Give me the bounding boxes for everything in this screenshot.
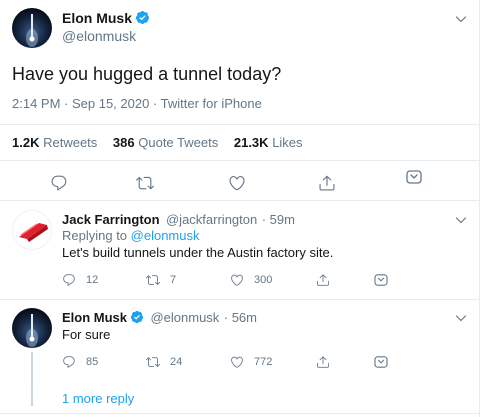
replying-to-label: Replying to [62, 228, 131, 243]
reply-icon [63, 274, 75, 286]
retweet-icon [136, 176, 154, 190]
tweet-text: Have you hugged a tunnel today? [12, 64, 282, 84]
share-button[interactable] [318, 174, 336, 192]
reply-avatar[interactable] [12, 308, 52, 348]
verified-badge-icon [130, 310, 144, 329]
chevron-down-icon[interactable] [455, 213, 467, 231]
reply-author-handle[interactable]: @elonmusk [150, 310, 219, 325]
retweets-label: Retweets [43, 135, 98, 150]
retweet-icon [146, 357, 160, 367]
reply-count: 85 [86, 356, 99, 368]
like-button[interactable]: 772 [230, 355, 272, 369]
tip-icon [374, 274, 388, 286]
likes-count: 21.3K [233, 135, 269, 150]
likes-stat[interactable]: 21.3K Likes [234, 135, 303, 150]
reply-text: Let's build tunnels under the Austin fac… [62, 245, 334, 260]
quote-tweets-stat[interactable]: 386 Quote Tweets [113, 135, 218, 150]
reply-icon [63, 356, 75, 368]
share-button[interactable] [316, 355, 330, 369]
replying-to: Replying to @elonmusk [62, 228, 200, 243]
chevron-down-icon[interactable] [455, 12, 467, 30]
like-button[interactable] [228, 174, 246, 192]
like-icon [229, 176, 245, 191]
retweet-button[interactable]: 24 [146, 355, 182, 369]
divider [0, 299, 480, 300]
retweets-stat[interactable]: 1.2K Retweets [12, 135, 97, 150]
like-icon [231, 274, 243, 286]
quote-count: 386 [112, 135, 135, 150]
reply-time[interactable]: · 59m [262, 212, 295, 227]
show-more-replies-link[interactable]: 1 more reply [62, 391, 134, 406]
retweet-count: 24 [170, 356, 183, 368]
reply-avatar[interactable] [12, 210, 52, 250]
divider [0, 160, 480, 161]
reply-author-name[interactable]: Elon Musk [62, 310, 127, 325]
reply-button[interactable]: 12 [62, 273, 98, 287]
divider [0, 200, 480, 201]
tip-button[interactable] [374, 274, 388, 286]
reply-header: Jack Farrington @jackfarrington · 59m [62, 211, 295, 229]
retweet-button[interactable]: 7 [146, 273, 176, 287]
author-name[interactable]: Elon Musk [62, 10, 132, 26]
tweet-stats: 1.2K Retweets 386 Quote Tweets 21.3K Lik… [12, 135, 303, 150]
reply-count: 12 [86, 274, 99, 286]
reply-icon [51, 175, 67, 191]
share-icon [319, 175, 335, 191]
author-handle[interactable]: @elonmusk [62, 28, 136, 44]
verified-badge-icon [135, 10, 150, 30]
reply-author-handle[interactable]: @jackfarrington [166, 212, 257, 227]
tip-icon [406, 170, 422, 184]
like-button[interactable]: 300 [230, 273, 272, 287]
more-dots-icon [30, 388, 34, 408]
retweet-icon [146, 275, 160, 285]
share-icon [317, 356, 329, 368]
tip-icon [374, 356, 388, 368]
likes-label: Likes [272, 135, 303, 150]
tip-button[interactable] [374, 356, 388, 368]
divider [0, 413, 480, 414]
like-icon [231, 356, 243, 368]
like-count: 300 [254, 274, 273, 286]
share-button[interactable] [316, 273, 330, 287]
like-count: 772 [254, 356, 273, 368]
reply-button[interactable]: 85 [62, 355, 98, 369]
chevron-down-icon[interactable] [455, 311, 467, 329]
retweet-count: 7 [170, 274, 177, 286]
tip-button[interactable] [406, 170, 422, 184]
author-avatar[interactable] [12, 8, 52, 48]
replying-to-handle[interactable]: @elonmusk [131, 228, 200, 243]
retweets-count: 1.2K [12, 135, 40, 150]
reply-time[interactable]: · 56m [224, 310, 257, 325]
tweet-thread: Elon Musk @elonmusk Have you hugged a tu… [0, 0, 480, 417]
divider [0, 124, 480, 125]
tweet-timestamp[interactable]: 2:14 PM · Sep 15, 2020 · [12, 96, 161, 111]
author-name-row[interactable]: Elon Musk [62, 10, 150, 30]
tweet-source[interactable]: Twitter for iPhone [161, 96, 262, 111]
reply-button[interactable] [50, 174, 68, 192]
reply-text: For sure [62, 327, 111, 342]
reply-author-name[interactable]: Jack Farrington [62, 212, 160, 227]
reply-header: Elon Musk @elonmusk · 56m [62, 309, 257, 329]
retweet-button[interactable] [136, 174, 154, 192]
quote-label: Quote Tweets [138, 135, 219, 150]
share-icon [317, 274, 329, 286]
tweet-meta: 2:14 PM · Sep 15, 2020 · Twitter for iPh… [12, 96, 262, 111]
